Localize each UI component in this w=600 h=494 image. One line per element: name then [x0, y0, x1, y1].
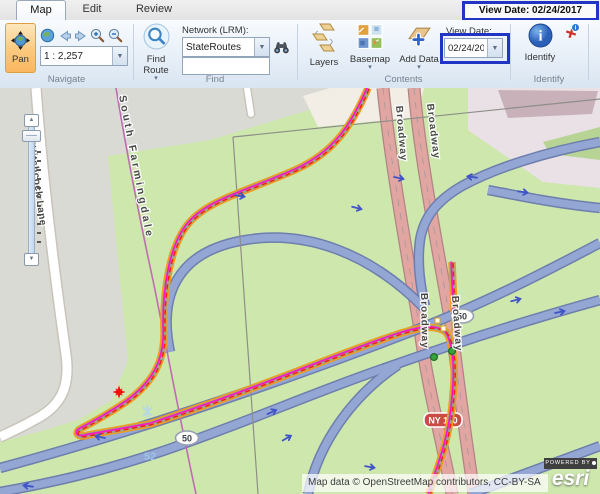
add-data-icon — [406, 23, 433, 53]
basemap-button[interactable]: Basemap ▾ — [347, 23, 393, 71]
view-date-banner-annotation: View Date: 02/24/2017 — [462, 1, 599, 21]
zoom-in-icon[interactable] — [89, 27, 106, 44]
svg-text:52: 52 — [144, 451, 156, 463]
network-lrm-label: Network (LRM): — [182, 25, 249, 36]
full-extent-globe-icon[interactable] — [39, 27, 56, 44]
zoom-slider-down-button[interactable]: ▼ — [24, 253, 39, 266]
esri-globe-dot — [592, 461, 596, 465]
group-separator — [297, 24, 298, 80]
find-search-input[interactable] — [183, 58, 269, 74]
zoom-out-icon[interactable] — [107, 27, 124, 44]
basemap-icon — [357, 23, 383, 53]
county-route-shield: 50 — [176, 431, 199, 445]
pan-label: Pan — [12, 54, 29, 65]
add-data-dropdown-icon: ▾ — [417, 65, 421, 71]
tab-edit[interactable]: Edit — [70, 0, 114, 19]
find-search-field[interactable] — [182, 57, 270, 75]
view-date-dropdown-button[interactable]: ▼ — [487, 39, 502, 57]
group-separator — [133, 24, 134, 80]
esri-brand-text: esri — [544, 468, 597, 490]
map-scale-input[interactable] — [41, 47, 112, 65]
find-route-label: Find — [147, 54, 165, 65]
group-separator — [510, 24, 511, 80]
zoom-slider-tick — [37, 214, 41, 216]
identify-icon: i — [528, 23, 553, 51]
zoom-slider-tick — [37, 151, 41, 153]
zoom-slider-tick — [37, 205, 41, 207]
layers-icon — [311, 23, 337, 56]
identify-label: Identify — [525, 52, 556, 63]
map-scale-combo[interactable]: ▼ — [40, 46, 128, 66]
zoom-slider-up-button[interactable]: ▲ — [24, 114, 39, 127]
layers-button[interactable]: Layers — [302, 23, 346, 68]
zoom-slider-handle[interactable] — [22, 130, 41, 142]
svg-text:i: i — [538, 29, 542, 45]
view-date-label: View Date: — [446, 26, 492, 37]
scale-dropdown-button[interactable]: ▼ — [112, 47, 127, 65]
network-combo[interactable]: ▼ — [182, 37, 270, 57]
basemap-dropdown-icon: ▾ — [368, 65, 372, 71]
zoom-slider-tick — [37, 169, 41, 171]
tab-review[interactable]: Review — [126, 0, 182, 19]
zoom-slider-tick — [37, 187, 41, 189]
network-dropdown-button[interactable]: ▼ — [254, 38, 269, 56]
identify-button[interactable]: i Identify — [518, 23, 562, 63]
previous-extent-icon[interactable] — [56, 27, 73, 44]
svg-text:50: 50 — [182, 434, 192, 444]
zoom-slider-tick — [37, 223, 41, 225]
zoom-slider-tick — [37, 241, 41, 243]
group-separator — [588, 24, 589, 80]
next-extent-icon[interactable] — [72, 27, 89, 44]
ribbon: Pan ▼ Navigate — [0, 20, 600, 89]
event-editor-window: Map Edit Review View Date: 02/24/2017 Pa… — [0, 0, 600, 494]
zoom-slider-tick — [37, 232, 41, 234]
zoom-slider-tick — [37, 178, 41, 180]
add-data-button[interactable]: Add Data ▾ — [396, 23, 442, 71]
zoom-slider-tick — [37, 160, 41, 162]
pan-button[interactable]: Pan — [5, 23, 36, 73]
find-group-label: Find — [133, 74, 297, 85]
contents-group-label: Contents — [297, 74, 510, 85]
view-date-combo[interactable]: ▼ — [444, 38, 503, 58]
navigate-group-label: Navigate — [0, 74, 133, 85]
binoculars-icon[interactable] — [273, 38, 290, 55]
find-route-icon — [143, 23, 170, 53]
view-date-input[interactable] — [445, 39, 487, 57]
svg-text:Broadway: Broadway — [418, 293, 430, 349]
pan-icon — [11, 31, 30, 53]
map-viewport[interactable]: NY 110 50 — [0, 88, 600, 494]
map-canvas[interactable]: NY 110 50 — [0, 88, 600, 494]
zoom-slider-tick — [37, 196, 41, 198]
esri-logo: POWERED BY esri — [544, 458, 597, 493]
identify-route-icon[interactable]: i — [562, 23, 581, 42]
ny110-shield: NY 110 — [424, 413, 462, 427]
identify-group-label: Identify — [510, 74, 588, 85]
map-attribution: Map data © OpenStreetMap contributors, C… — [302, 474, 548, 492]
zoom-slider-track[interactable] — [28, 126, 35, 255]
network-input[interactable] — [183, 38, 254, 56]
ribbon-tabbar: Map Edit Review View Date: 02/24/2017 — [0, 0, 600, 21]
tab-map[interactable]: Map — [16, 0, 66, 20]
layers-label: Layers — [310, 57, 339, 68]
